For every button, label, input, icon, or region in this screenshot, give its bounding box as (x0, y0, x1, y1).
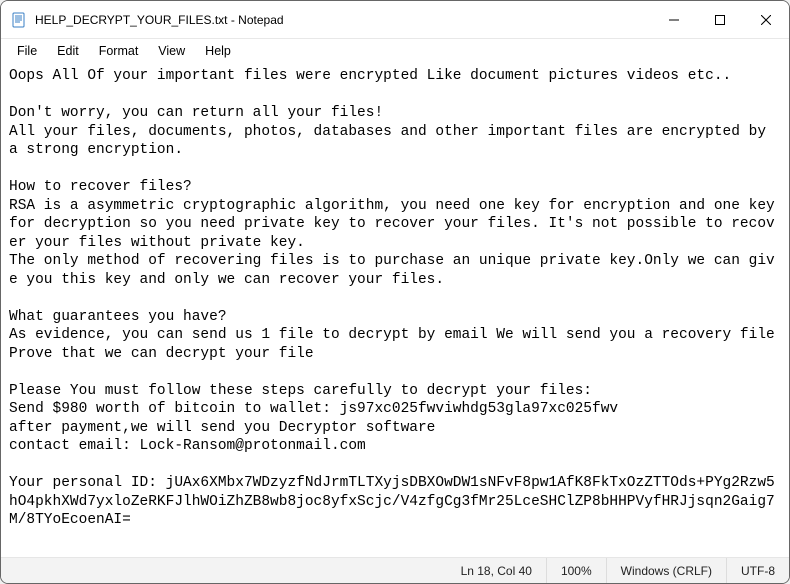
status-position: Ln 18, Col 40 (447, 558, 546, 583)
window-controls (651, 1, 789, 38)
menu-edit[interactable]: Edit (47, 42, 89, 60)
text-editor-area[interactable]: Oops All Of your important files were en… (1, 63, 789, 557)
maximize-button[interactable] (697, 1, 743, 38)
status-lineending: Windows (CRLF) (606, 558, 726, 583)
menu-help[interactable]: Help (195, 42, 241, 60)
menubar: File Edit Format View Help (1, 39, 789, 63)
menu-format[interactable]: Format (89, 42, 149, 60)
status-zoom: 100% (546, 558, 606, 583)
close-button[interactable] (743, 1, 789, 38)
notepad-icon (11, 12, 27, 28)
status-encoding: UTF-8 (726, 558, 789, 583)
menu-view[interactable]: View (148, 42, 195, 60)
menu-file[interactable]: File (7, 42, 47, 60)
statusbar: Ln 18, Col 40 100% Windows (CRLF) UTF-8 (1, 557, 789, 583)
notepad-window: HELP_DECRYPT_YOUR_FILES.txt - Notepad Fi… (0, 0, 790, 584)
window-title: HELP_DECRYPT_YOUR_FILES.txt - Notepad (35, 13, 651, 27)
titlebar: HELP_DECRYPT_YOUR_FILES.txt - Notepad (1, 1, 789, 39)
minimize-button[interactable] (651, 1, 697, 38)
